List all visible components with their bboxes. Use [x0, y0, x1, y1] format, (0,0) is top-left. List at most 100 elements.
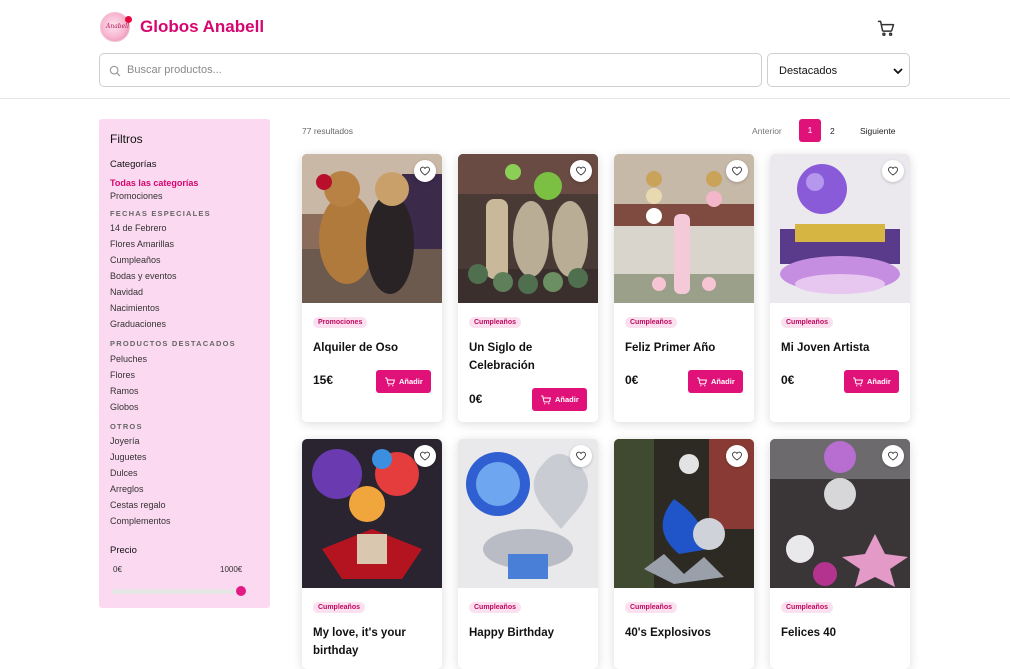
categories-label: Categorías [110, 159, 157, 170]
category-item[interactable]: Ramos [110, 386, 139, 396]
category-badge: Cumpleaños [469, 602, 522, 613]
add-to-cart-button[interactable]: Añadir [688, 370, 743, 393]
search-icon [109, 65, 121, 77]
category-item[interactable]: Globos [110, 402, 139, 412]
brand-logo[interactable]: Anabell [100, 12, 132, 42]
sort-selected-value: Destacados [779, 65, 838, 77]
category-badge: Cumpleaños [781, 317, 834, 328]
pagination-previous[interactable]: Anterior [752, 126, 782, 136]
category-item[interactable]: Nacimientos [110, 303, 160, 313]
site-header: Anabell Globos Anabell Destacados [0, 0, 1010, 99]
product-price: 0€ [625, 373, 639, 387]
cart-icon [696, 376, 708, 388]
heart-icon [419, 450, 431, 462]
brand-logo-text: Anabell [106, 23, 130, 30]
cart-icon [877, 20, 895, 36]
favorite-button[interactable] [726, 445, 748, 467]
category-badge: Promociones [313, 317, 368, 328]
brand-name[interactable]: Globos Anabell [140, 17, 264, 37]
category-item[interactable]: Cestas regalo [110, 500, 166, 510]
filters-panel: Filtros Categorías Todas las categorías … [99, 119, 270, 608]
price-min: 0€ [113, 565, 122, 574]
results-count: 77 resultados [302, 126, 354, 136]
category-item[interactable]: Juguetes [110, 452, 147, 462]
heart-icon [419, 165, 431, 177]
add-to-cart-button[interactable]: Añadir [376, 370, 431, 393]
heart-icon [887, 450, 899, 462]
add-to-cart-button[interactable]: Añadir [844, 370, 899, 393]
category-badge: Cumpleaños [469, 317, 522, 328]
cart-icon [384, 376, 396, 388]
category-badge: Cumpleaños [313, 602, 366, 613]
category-item[interactable]: Joyería [110, 436, 140, 446]
cart-icon [852, 376, 864, 388]
product-title[interactable]: 40's Explosivos [625, 624, 750, 642]
heart-icon [731, 450, 743, 462]
product-card[interactable]: Promociones Alquiler de Oso 15€ Añadir [302, 154, 442, 422]
search-input[interactable] [127, 54, 757, 86]
others-heading: OTROS [110, 422, 143, 431]
special-dates-heading: FECHAS ESPECIALES [110, 209, 211, 218]
category-all[interactable]: Todas las categorías [110, 178, 198, 188]
category-promotions[interactable]: Promociones [110, 191, 163, 201]
favorite-button[interactable] [882, 445, 904, 467]
product-title[interactable]: My love, it's your birthday [313, 624, 438, 660]
favorite-button[interactable] [414, 160, 436, 182]
heart-icon [575, 450, 587, 462]
category-item[interactable]: Cumpleaños [110, 255, 161, 265]
category-item[interactable]: Bodas y eventos [110, 271, 177, 281]
product-title[interactable]: Mi Joven Artista [781, 339, 906, 357]
heart-icon [731, 165, 743, 177]
sort-select[interactable]: Destacados [767, 53, 910, 87]
favorite-button[interactable] [414, 445, 436, 467]
cart-button[interactable] [876, 18, 896, 38]
product-card[interactable]: Cumpleaños 40's Explosivos [614, 439, 754, 669]
category-item[interactable]: Graduaciones [110, 319, 166, 329]
add-to-cart-label: Añadir [399, 377, 423, 386]
product-title[interactable]: Feliz Primer Año [625, 339, 750, 357]
brand[interactable]: Anabell Globos Anabell [100, 12, 264, 42]
search-box[interactable] [99, 53, 762, 87]
product-card[interactable]: Cumpleaños Happy Birthday [458, 439, 598, 669]
add-to-cart-button[interactable]: Añadir [532, 388, 587, 411]
add-to-cart-label: Añadir [711, 377, 735, 386]
add-to-cart-label: Añadir [555, 395, 579, 404]
cart-icon [540, 394, 552, 406]
product-card[interactable]: Cumpleaños Mi Joven Artista 0€ Añadir [770, 154, 910, 422]
favorite-button[interactable] [570, 445, 592, 467]
category-item[interactable]: 14 de Febrero [110, 223, 167, 233]
favorite-button[interactable] [882, 160, 904, 182]
category-item[interactable]: Complementos [110, 516, 171, 526]
product-card[interactable]: Cumpleaños Un Siglo de Celebración 0€ Añ… [458, 154, 598, 422]
category-item[interactable]: Flores Amarillas [110, 239, 174, 249]
heart-icon [887, 165, 899, 177]
product-title[interactable]: Alquiler de Oso [313, 339, 438, 357]
category-item[interactable]: Navidad [110, 287, 143, 297]
pagination-next[interactable]: Siguiente [860, 126, 895, 136]
product-card[interactable]: Cumpleaños Felices 40 [770, 439, 910, 669]
product-title[interactable]: Felices 40 [781, 624, 906, 642]
product-price: 0€ [781, 373, 795, 387]
chevron-down-icon [893, 68, 903, 74]
favorite-button[interactable] [570, 160, 592, 182]
featured-heading: PRODUCTOS DESTACADOS [110, 339, 236, 348]
product-title[interactable]: Happy Birthday [469, 624, 594, 642]
product-card[interactable]: Cumpleaños My love, it's your birthday [302, 439, 442, 669]
favorite-button[interactable] [726, 160, 748, 182]
product-price: 0€ [469, 392, 483, 406]
pagination-page-1[interactable]: 1 [799, 119, 821, 142]
category-badge: Cumpleaños [625, 317, 678, 328]
pagination-page-2[interactable]: 2 [830, 126, 835, 136]
product-card[interactable]: Cumpleaños Feliz Primer Año 0€ Añadir [614, 154, 754, 422]
category-item[interactable]: Arreglos [110, 484, 144, 494]
price-slider[interactable] [112, 586, 246, 596]
price-max: 1000€ [220, 565, 243, 574]
category-item[interactable]: Flores [110, 370, 135, 380]
heart-icon [575, 165, 587, 177]
product-title[interactable]: Un Siglo de Celebración [469, 339, 594, 375]
product-price: 15€ [313, 373, 334, 387]
category-item[interactable]: Peluches [110, 354, 147, 364]
price-slider-handle[interactable] [236, 586, 246, 596]
category-badge: Cumpleaños [625, 602, 678, 613]
category-item[interactable]: Dulces [110, 468, 138, 478]
